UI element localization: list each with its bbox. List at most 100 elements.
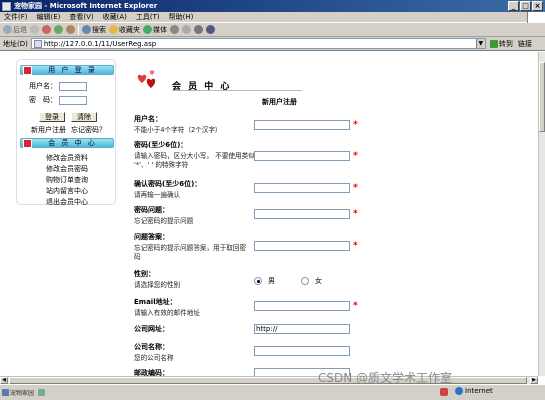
email-input[interactable] [254,301,350,311]
favorites-label: 收藏夹 [119,25,140,34]
menu-file[interactable]: 文件(F) [4,12,28,22]
ie-window-icon [2,389,9,396]
login-header-label: 用 户 登 录 [48,66,97,74]
sidebar: 用 户 登 录 用户名： 密 码： 登录 清除 新用户注册 忘记密码？ 会 员 … [16,59,117,207]
address-input[interactable]: http://127.0.0.1/11/UserReg.asp ▼ [30,38,486,49]
gender-female-radio[interactable] [301,277,309,285]
print-button[interactable] [194,25,203,34]
menu-tools[interactable]: 工具(T) [136,12,160,22]
horizontal-scrollbar[interactable]: ◀ ▶ [0,376,538,384]
taskbar-item-label: 宠物家园 [10,390,35,397]
required-marker: * [353,151,358,161]
login-button[interactable]: 登录 [39,112,65,122]
back-arrow-icon [3,25,12,34]
member-center-header: 会 员 中 心 [20,138,114,148]
back-button[interactable]: 后退 [3,25,27,35]
password-question-input[interactable] [254,209,350,219]
internet-zone: Internet [455,387,493,395]
login-buttons: 登录 清除 [39,112,97,122]
go-arrow-icon [489,39,498,48]
gender-radio-group: 男 女 [254,276,322,286]
vertical-scrollbar[interactable] [538,52,545,376]
ie-app-icon [2,1,11,11]
taskbar-item-2[interactable] [38,389,46,396]
edit-button[interactable] [206,25,215,34]
home-button[interactable] [66,25,75,34]
menu-message-center[interactable]: 站内留言中心 [17,186,117,196]
required-marker: * [353,241,358,251]
password-answer-input[interactable] [254,241,350,251]
required-marker: * [353,183,358,193]
search-button[interactable]: 搜索 [82,25,106,35]
security-icon [440,388,448,396]
account-links: 新用户注册 忘记密码？ [31,125,106,135]
forward-button[interactable] [30,25,39,34]
register-link[interactable]: 新用户注册 [31,125,66,135]
field-label: 密码(至少6位)： [134,141,188,149]
zone-label: Internet [465,387,493,395]
company-name-input[interactable] [254,346,350,356]
field-hint: 忘记密码的提示问题答案，用于取回密码 [134,244,247,261]
vertical-scroll-thumb[interactable] [539,62,545,132]
status-bar: 宠物家园 Internet [0,384,545,400]
menu-change-password[interactable]: 修改会员密码 [17,164,117,174]
form-title: 新用户注册 [262,98,297,106]
gender-female-label: 女 [315,277,322,285]
reg-password-input[interactable] [254,151,350,161]
print-icon [194,25,203,34]
mail-button[interactable] [182,25,191,34]
field-hint: 请输入密码，区分大小写。 不要使用类似 '*'、' ' 的特殊字符 [134,152,255,169]
edit-icon [206,25,215,34]
refresh-button[interactable] [54,25,63,34]
maximize-button[interactable]: □ [520,1,531,11]
toolbar-separator [78,24,79,35]
scroll-left-icon[interactable]: ◀ [0,377,8,384]
minimize-button[interactable]: _ [508,1,519,11]
company-field-row: 公司名称： 您的公司名称 [134,342,534,363]
window-controls: _ □ × [508,1,543,11]
close-button[interactable]: × [532,1,543,11]
website-input[interactable]: http:// [254,324,350,334]
menu-help[interactable]: 帮助(H) [169,12,194,22]
password-input[interactable] [59,95,87,105]
mail-icon [182,25,191,34]
stop-button[interactable] [42,25,51,34]
field-hint: 请选择您的性别 [134,281,181,289]
reg-username-input[interactable] [254,120,350,130]
links-button[interactable]: 链接 [518,39,532,49]
history-button[interactable] [170,25,179,34]
member-header-icon [23,138,32,148]
clear-button[interactable]: 清除 [71,112,97,122]
gender-field-row: 性别： 请选择您的性别 男 女 [134,269,534,290]
username-input[interactable] [59,81,87,91]
confirm-password-input[interactable] [254,183,350,193]
go-button[interactable]: 转到 [489,39,513,49]
history-icon [170,25,179,34]
member-header-label: 会 员 中 心 [48,139,97,147]
media-button[interactable]: 媒体 [143,25,167,35]
field-label: 性别： [134,270,155,278]
menu-logout[interactable]: 退出会员中心 [17,197,117,207]
scroll-right-icon[interactable]: ▶ [530,377,538,384]
gender-male-radio[interactable] [254,277,262,285]
forward-arrow-icon [30,25,39,34]
favorites-button[interactable]: 收藏夹 [109,25,140,35]
menu-edit[interactable]: 编辑(E) [37,12,61,22]
menu-order-query[interactable]: 购物订单查询 [17,175,117,185]
page-icon [33,39,42,48]
back-label: 后退 [13,25,27,34]
media-label: 媒体 [153,25,167,34]
email-field-row: Email地址： 请输入有效的邮件地址 * [134,297,534,318]
hearts-decoration-icon [137,70,156,88]
home-icon [66,25,75,34]
go-label: 转到 [498,39,513,48]
menu-view[interactable]: 查看(V) [69,12,93,22]
required-marker: * [353,301,358,311]
address-dropdown-icon[interactable]: ▼ [475,39,485,48]
menu-favorites[interactable]: 收藏(A) [103,12,127,22]
globe-icon [455,387,463,395]
forgot-password-link[interactable]: 忘记密码？ [71,125,106,135]
login-header: 用 户 登 录 [20,65,114,75]
menu-edit-profile[interactable]: 修改会员资料 [17,153,117,163]
taskbar-item[interactable]: 宠物家园 [2,388,34,397]
